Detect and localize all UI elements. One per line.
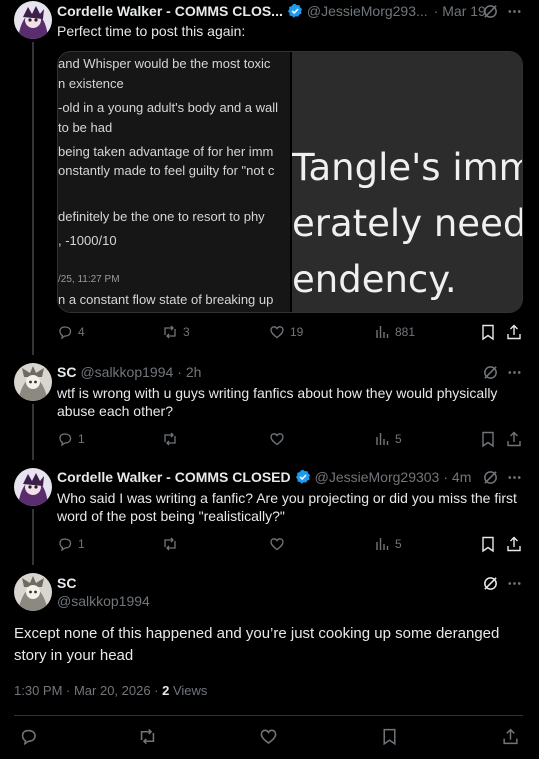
- author-name[interactable]: Cordelle Walker - COMMS CLOS...: [57, 3, 283, 19]
- bookmark-icon[interactable]: [380, 727, 399, 746]
- like-icon[interactable]: [259, 727, 278, 746]
- views-button[interactable]: 881: [374, 324, 415, 340]
- more-icon[interactable]: [506, 575, 523, 597]
- author-name[interactable]: SC: [57, 364, 76, 380]
- tweet-timestamp: 1:30 PM · Mar 20, 2026 · 2 Views: [14, 683, 207, 698]
- media-screenshot-right: Tangle's imma erately needs endency.: [292, 52, 522, 312]
- reply-count: 1: [78, 537, 85, 551]
- more-icon[interactable]: [506, 469, 523, 491]
- thread-line: [32, 509, 34, 565]
- views-icon: [376, 326, 389, 338]
- bookmark-icon[interactable]: [479, 323, 497, 341]
- avatar[interactable]: [14, 468, 52, 506]
- like-button[interactable]: [269, 431, 285, 447]
- views-count: 881: [395, 325, 416, 339]
- reply-button[interactable]: 1: [57, 536, 85, 552]
- share-icon[interactable]: [505, 430, 523, 448]
- share-icon[interactable]: [501, 727, 520, 746]
- reply-icon: [59, 433, 72, 447]
- like-icon: [270, 538, 284, 551]
- verified-badge-icon: [287, 3, 303, 19]
- views-label: Views: [169, 683, 208, 698]
- tweet-text: wtf is wrong with u guys writing fanfics…: [57, 385, 498, 419]
- reply-icon: [59, 326, 72, 340]
- reply-icon[interactable]: [19, 727, 38, 746]
- avatar[interactable]: [14, 363, 52, 401]
- repost-icon: [164, 432, 176, 446]
- repost-count: 3: [183, 325, 190, 339]
- like-button[interactable]: [269, 536, 285, 552]
- bookmark-icon[interactable]: [479, 430, 497, 448]
- author-handle[interactable]: @JessieMorg29303: [315, 469, 440, 485]
- author-handle[interactable]: @JessieMorg293...: [307, 3, 428, 19]
- author-name[interactable]: SC: [57, 575, 76, 591]
- tweet-media[interactable]: and Whisper would be the most toxic n ex…: [57, 51, 523, 313]
- repost-icon: [164, 325, 176, 339]
- like-icon: [270, 326, 284, 339]
- repost-icon[interactable]: [138, 727, 157, 746]
- grok-icon[interactable]: [482, 575, 499, 597]
- author-handle[interactable]: @salkkop1994: [57, 593, 150, 609]
- tweet-text: Perfect time to post this again:: [57, 23, 246, 39]
- tweet-date[interactable]: · 2h: [177, 364, 201, 380]
- like-count: 19: [290, 325, 304, 339]
- author-name[interactable]: Cordelle Walker - COMMS CLOSED: [57, 469, 291, 485]
- reply-icon: [59, 538, 72, 552]
- tweet-header: Cordelle Walker - COMMS CLOSED @JessieMo…: [57, 469, 471, 485]
- reply-button[interactable]: 4: [57, 324, 85, 340]
- author-handle[interactable]: @salkkop1994: [80, 364, 173, 380]
- reply-count: 4: [78, 325, 85, 339]
- views-count: 5: [395, 432, 402, 446]
- bookmark-icon[interactable]: [479, 535, 497, 553]
- views-button[interactable]: 5: [374, 536, 402, 552]
- like-button[interactable]: 19: [269, 324, 303, 340]
- tweet-header: SC @salkkop1994 · 2h: [57, 364, 201, 380]
- views-button[interactable]: 5: [374, 431, 402, 447]
- timestamp-text[interactable]: 1:30 PM · Mar 20, 2026 ·: [14, 683, 162, 698]
- main-tweet-text: Except none of this happened and you’re …: [14, 625, 500, 664]
- grok-icon[interactable]: [482, 364, 499, 386]
- reply-count: 1: [78, 432, 85, 446]
- repost-button[interactable]: [162, 536, 178, 552]
- media-screenshot-left: and Whisper would be the most toxic n ex…: [58, 52, 290, 312]
- views-icon: [376, 433, 389, 445]
- tweet-date[interactable]: · 4m: [443, 469, 471, 485]
- avatar[interactable]: [14, 573, 52, 611]
- views-count: 5: [395, 537, 402, 551]
- like-icon: [270, 433, 284, 446]
- avatar[interactable]: [14, 1, 52, 39]
- tweet-text: Who said I was writing a fanfic? Are you…: [57, 490, 517, 524]
- divider: [14, 715, 523, 716]
- repost-icon: [164, 537, 176, 551]
- share-icon[interactable]: [505, 323, 523, 341]
- repost-button[interactable]: 3: [162, 324, 190, 340]
- views-icon: [376, 538, 389, 550]
- repost-button[interactable]: [162, 431, 178, 447]
- tweet-header: Cordelle Walker - COMMS CLOS... @JessieM…: [57, 3, 486, 19]
- verified-badge-icon: [295, 469, 311, 485]
- grok-icon[interactable]: [482, 469, 499, 491]
- tweet-date[interactable]: · Mar 19: [434, 3, 486, 19]
- thread-line: [32, 42, 34, 355]
- share-icon[interactable]: [505, 535, 523, 553]
- thread-line: [32, 404, 34, 460]
- reply-button[interactable]: 1: [57, 431, 85, 447]
- more-icon[interactable]: [506, 364, 523, 386]
